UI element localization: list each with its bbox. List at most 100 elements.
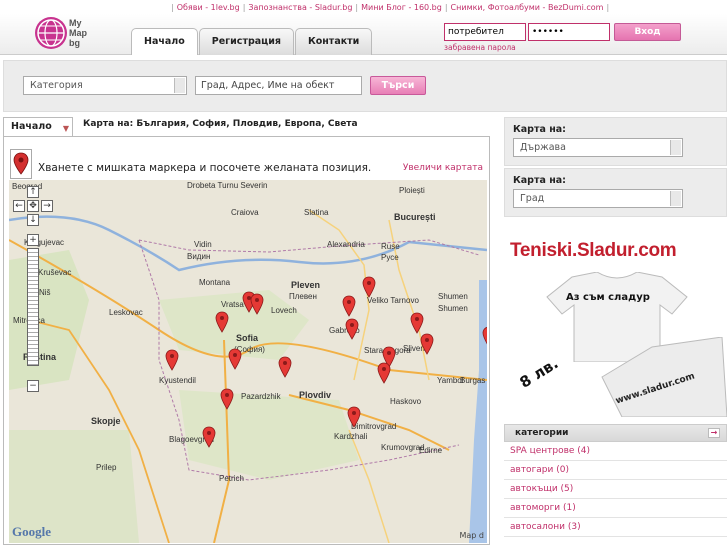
map-panel: Хванете с мишката маркера и посочете жел… [3, 136, 490, 545]
map-label: Niš [39, 288, 51, 297]
marker-icon[interactable] [10, 149, 32, 179]
map-label: Prilep [96, 463, 117, 472]
map-label: Kyustendil [159, 376, 196, 385]
map-label: Русе [381, 253, 399, 262]
top-links: | Обяви - 1lev.bg | Запознанства - Sladu… [171, 3, 610, 14]
category-select[interactable]: Категория [23, 76, 187, 95]
tshirt-image [601, 337, 727, 417]
search-bar: Категория Град, Адрес, Име на обект Търс… [3, 60, 727, 112]
tab-home[interactable]: Начало [131, 28, 198, 55]
login-button[interactable]: Вход [614, 23, 681, 41]
map-label: Petrich [219, 474, 244, 483]
map-marker-icon[interactable] [228, 348, 242, 370]
pan-up-icon[interactable]: ↑ [27, 186, 39, 198]
map-marker-icon[interactable] [202, 426, 216, 448]
enlarge-map-link[interactable]: Увеличи картата [403, 163, 483, 173]
map-marker-icon[interactable] [410, 312, 424, 334]
ad-title: Teniski.Sladur.com [510, 240, 677, 261]
map-data-credit: Map d [459, 531, 484, 540]
map-label: Burgas [460, 376, 486, 385]
arrow-right-icon[interactable]: → [708, 428, 720, 438]
category-item-scrapyards[interactable]: автоморги (1) [504, 499, 727, 518]
map-label: Sofia [236, 333, 259, 343]
map-marker-icon[interactable] [250, 293, 264, 315]
search-button[interactable]: Търси [370, 76, 426, 95]
logo-text: My Map bg [69, 18, 87, 48]
categories-panel: категории → SPA центрове (4) автогари (0… [504, 424, 727, 537]
pan-down-icon[interactable]: ↓ [27, 214, 39, 226]
map-header: Начало ▼ Карта на: България, София, Плов… [3, 117, 490, 136]
google-logo: Google [12, 524, 51, 539]
username-input[interactable] [444, 23, 526, 41]
map-marker-icon[interactable] [377, 362, 391, 384]
zoom-slider[interactable] [27, 248, 39, 366]
password-input[interactable] [528, 23, 610, 41]
map-marker-icon[interactable] [420, 333, 434, 355]
header: My Map bg Начало Регистрация Контакти Вх… [0, 14, 727, 55]
map-marker-icon[interactable] [220, 388, 234, 410]
map-label: Vidin [194, 240, 212, 249]
forgot-password-link[interactable]: забравена парола [444, 43, 516, 52]
country-box: Карта на: Държава [504, 117, 727, 166]
top-link-sladur[interactable]: Запознанства - Sladur.bg [248, 3, 352, 14]
map-label: Kruševac [38, 268, 72, 277]
map-marker-icon[interactable] [278, 356, 292, 378]
map-breadcrumb: Карта на: България, София, Пловдив, Евро… [83, 119, 358, 129]
ad-price: 8 лв. [516, 354, 562, 392]
city-select[interactable]: Град [513, 189, 683, 208]
map-label: Kardzhali [334, 432, 368, 441]
dropdown-arrow-icon: ▼ [62, 124, 69, 133]
tab-register[interactable]: Регистрация [198, 28, 294, 55]
map-label: Krumovgrad [381, 443, 425, 452]
map-label: Shumen [438, 304, 468, 313]
map-background [9, 180, 487, 543]
address-input[interactable]: Град, Адрес, Име на обект [195, 76, 362, 95]
map-label: Shumen [438, 292, 468, 301]
dropdown-arrow-icon [670, 140, 681, 155]
map-label: Vratsa [221, 300, 244, 309]
map-tab-home[interactable]: Начало ▼ [3, 117, 73, 136]
city-label: Карта на: [513, 175, 566, 186]
dropdown-arrow-icon [174, 78, 185, 93]
categories-header: категории → [504, 424, 727, 442]
category-item-bus-stations[interactable]: автогари (0) [504, 461, 727, 480]
map-label: Plovdiv [299, 390, 332, 400]
top-link-1lev[interactable]: Обяви - 1lev.bg [177, 3, 240, 14]
tab-contacts[interactable]: Контакти [294, 28, 373, 55]
zoom-out-icon[interactable]: − [27, 380, 39, 392]
map-label: Pazardzhik [241, 392, 281, 401]
pan-left-icon[interactable]: ← [13, 200, 25, 212]
map-hint: Хванете с мишката маркера и посочете жел… [38, 162, 372, 174]
map-label: Slatina [304, 208, 329, 217]
map-marker-icon[interactable] [482, 326, 487, 348]
top-link-160[interactable]: Мини Блог - 160.bg [361, 3, 442, 14]
tshirt-ad-banner[interactable]: Teniski.Sladur.com Аз съм сладур 8 лв. w… [504, 232, 727, 417]
pan-right-icon[interactable]: → [41, 200, 53, 212]
category-item-car-showrooms[interactable]: автосалони (3) [504, 518, 727, 537]
map-marker-icon[interactable] [342, 295, 356, 317]
map-label: Видин [187, 252, 211, 261]
map-marker-icon[interactable] [165, 349, 179, 371]
map-marker-icon[interactable] [215, 311, 229, 333]
map-marker-icon[interactable] [345, 318, 359, 340]
pan-center-icon[interactable]: ✥ [27, 200, 39, 212]
top-link-bezdumi[interactable]: Снимки, Фотоалбуми - BezDumi.com [451, 3, 604, 14]
category-item-car-dealers[interactable]: автокъщи (5) [504, 480, 727, 499]
map-label: Ploiești [399, 186, 425, 195]
map-label: Haskovo [390, 397, 422, 406]
map-hint-bar: Хванете с мишката маркера и посочете жел… [4, 137, 489, 180]
map-canvas[interactable]: Beograd Drobeta Turnu Severin Craiova Sl… [9, 180, 487, 543]
city-box: Карта на: Град [504, 168, 727, 217]
category-item-spa[interactable]: SPA центрове (4) [504, 442, 727, 461]
country-label: Карта на: [513, 124, 566, 135]
map-label: București [394, 212, 436, 222]
map-marker-icon[interactable] [362, 276, 376, 298]
logo[interactable]: My Map bg [35, 17, 107, 53]
map-marker-icon[interactable] [347, 406, 361, 428]
zoom-in-icon[interactable]: + [27, 234, 39, 246]
map-label: Ruse [381, 242, 400, 251]
ad-shirt-text: Аз съм сладур [566, 292, 650, 303]
country-select[interactable]: Държава [513, 138, 683, 157]
map-label: Lovech [271, 306, 297, 315]
map-label: Alexandria [327, 240, 365, 249]
